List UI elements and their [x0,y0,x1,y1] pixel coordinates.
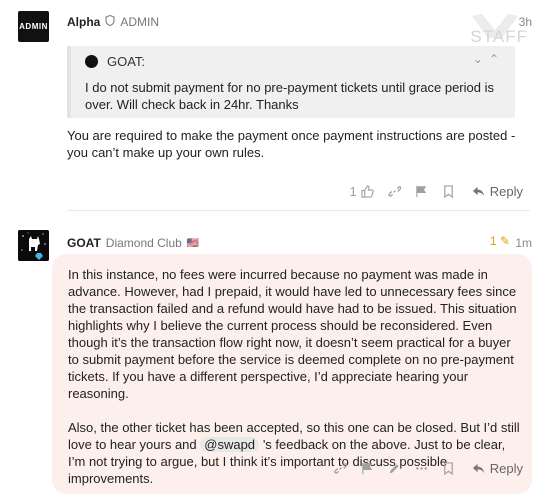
chevron-up-icon[interactable]: ⌃ [489,52,505,66]
copy-link-button[interactable] [381,181,408,201]
user-mention[interactable]: @swapd [200,437,260,452]
quote-text: I do not submit payment for no pre-payme… [85,80,494,112]
staff-badge-text: STAFF [470,27,528,46]
quote-avatar [85,55,98,68]
avatar-text: ADMIN [19,22,48,31]
post-time[interactable]: 1m [515,236,532,250]
username[interactable]: GOAT [67,236,101,250]
quote-header[interactable]: GOAT: [85,54,145,69]
reply-button[interactable]: Reply [462,181,530,201]
like-button[interactable]: 1 [343,181,381,201]
more-button[interactable] [408,458,435,478]
pencil-icon: ✎ [499,234,510,248]
reply-label: Reply [489,183,523,199]
post-actions: 1 Reply [343,181,530,201]
pencil-icon [389,463,399,473]
edit-indicator[interactable]: 1 ✎ [490,234,510,248]
quote-controls[interactable]: ⌄⌃ [473,52,505,66]
post-alpha: ADMIN Alpha ADMIN 3h STAFF GOAT: ⌄⌃ I do… [0,0,548,212]
username[interactable]: Alpha [67,15,100,29]
post-meta: Alpha ADMIN [67,14,160,29]
chevron-down-icon[interactable]: ⌄ [473,52,489,66]
shield-icon [105,14,115,29]
post-divider [67,210,530,211]
post-body: You are required to make the payment onc… [67,128,516,160]
like-count: 1 [349,183,357,199]
bookmark-button[interactable] [435,458,462,478]
user-title: Diamond Club [105,236,182,250]
post-meta: GOAT Diamond Club 🇺🇸 [67,236,199,250]
bookmark-button[interactable] [435,181,462,201]
user-title: ADMIN [120,15,160,29]
reply-icon [472,463,484,473]
post-actions: Reply [327,458,530,478]
reply-button[interactable]: Reply [462,458,530,478]
thumbs-up-icon [361,184,374,198]
flag-icon [362,462,373,474]
avatar[interactable]: ADMIN [18,11,49,42]
flag-button[interactable] [354,458,381,478]
quote-block: GOAT: ⌄⌃ I do not submit payment for no … [67,46,515,118]
copy-link-button[interactable] [327,458,354,478]
post-goat: GOAT Diamond Club 🇺🇸 1 ✎ 1m In this inst… [0,222,548,500]
reply-icon [472,186,484,196]
bookmark-icon [443,184,453,198]
avatar[interactable] [18,230,49,261]
link-icon [334,462,347,474]
flag-icon [416,185,427,197]
flag-button[interactable] [408,181,435,201]
reply-label: Reply [489,460,523,476]
quote-author: GOAT: [107,54,146,69]
ellipsis-icon [415,466,427,470]
post-paragraph: In this instance, no fees were incurred … [68,267,517,401]
goat-avatar-icon [18,230,49,261]
edit-count: 1 [489,234,497,248]
bookmark-icon [443,461,453,475]
us-flag-icon: 🇺🇸 [186,237,200,249]
link-icon [388,185,401,197]
edit-button[interactable] [381,458,408,478]
